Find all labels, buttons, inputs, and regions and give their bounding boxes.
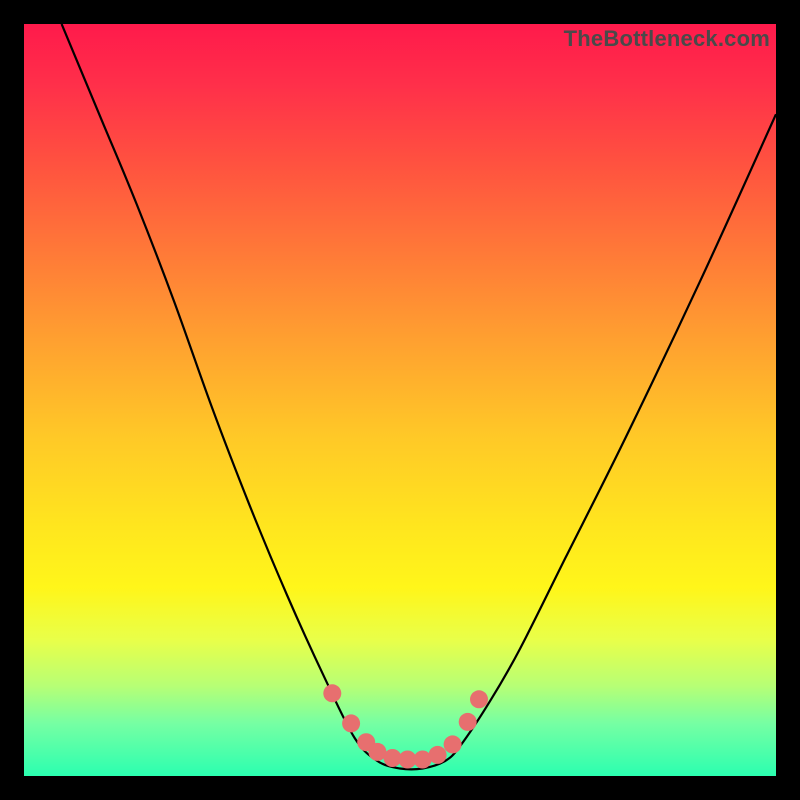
bottleneck-curve	[62, 24, 776, 769]
curve-layer	[24, 24, 776, 776]
highlight-markers	[323, 684, 488, 768]
marker-dot	[342, 714, 360, 732]
marker-dot	[444, 735, 462, 753]
marker-dot	[470, 690, 488, 708]
chart-frame: TheBottleneck.com	[0, 0, 800, 800]
marker-dot	[459, 713, 477, 731]
marker-dot	[429, 746, 447, 764]
marker-dot	[323, 684, 341, 702]
plot-area: TheBottleneck.com	[24, 24, 776, 776]
